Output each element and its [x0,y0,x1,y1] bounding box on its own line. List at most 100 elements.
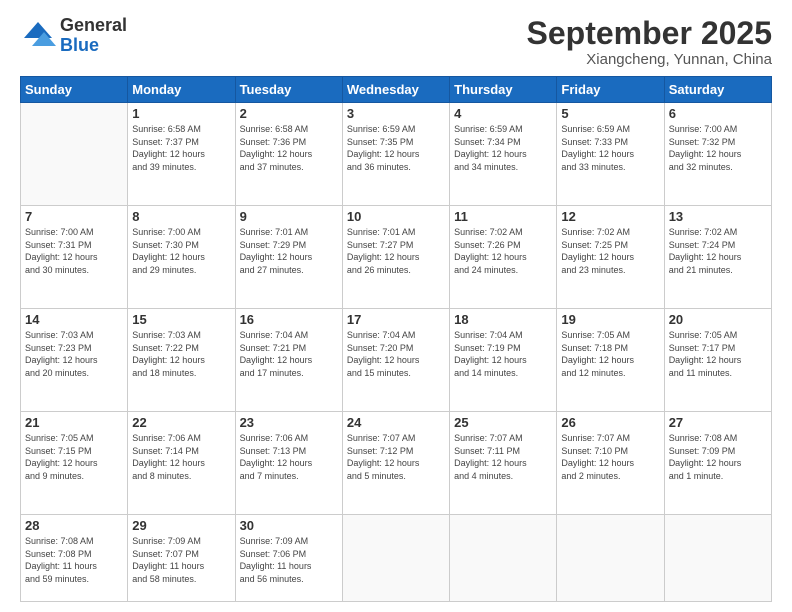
day-info: Sunrise: 7:05 AM Sunset: 7:18 PM Dayligh… [561,329,659,379]
day-info: Sunrise: 7:06 AM Sunset: 7:14 PM Dayligh… [132,432,230,482]
day-number: 15 [132,312,230,327]
calendar-cell: 12Sunrise: 7:02 AM Sunset: 7:25 PM Dayli… [557,206,664,309]
day-number: 8 [132,209,230,224]
day-number: 13 [669,209,767,224]
day-number: 26 [561,415,659,430]
calendar-cell: 23 Sunrise: 7:06 AM Sunset: 7:13 PM Dayli… [235,412,342,515]
calendar-cell: 4 Sunrise: 6:59 AM Sunset: 7:34 PM Daylig… [450,103,557,206]
calendar-cell: 7Sunrise: 7:00 AM Sunset: 7:31 PM Daylig… [21,206,128,309]
calendar-cell: 8 Sunrise: 7:00 AM Sunset: 7:30 PM Daylig… [128,206,235,309]
column-header-monday: Monday [128,77,235,103]
day-info: Sunrise: 7:04 AM Sunset: 7:19 PM Dayligh… [454,329,552,379]
day-info: Sunrise: 6:59 AM Sunset: 7:35 PM Dayligh… [347,123,445,173]
column-header-sunday: Sunday [21,77,128,103]
day-info: Sunrise: 7:09 AM Sunset: 7:07 PM Dayligh… [132,535,230,585]
day-info: Sunrise: 7:07 AM Sunset: 7:10 PM Dayligh… [561,432,659,482]
page: General Blue September 2025 Xiangcheng, … [0,0,792,612]
logo-blue: Blue [60,36,127,56]
calendar-week-5: 28Sunrise: 7:08 AM Sunset: 7:08 PM Dayli… [21,514,772,601]
column-header-friday: Friday [557,77,664,103]
calendar-cell: 25 Sunrise: 7:07 AM Sunset: 7:11 PM Dayli… [450,412,557,515]
calendar-cell [21,103,128,206]
day-info: Sunrise: 7:03 AM Sunset: 7:22 PM Dayligh… [132,329,230,379]
day-info: Sunrise: 6:58 AM Sunset: 7:36 PM Dayligh… [240,123,338,173]
calendar-cell: 15 Sunrise: 7:03 AM Sunset: 7:22 PM Dayli… [128,309,235,412]
day-number: 11 [454,209,552,224]
day-info: Sunrise: 7:01 AM Sunset: 7:29 PM Dayligh… [240,226,338,276]
day-number: 3 [347,106,445,121]
day-info: Sunrise: 7:00 AM Sunset: 7:31 PM Dayligh… [25,226,123,276]
calendar-cell [342,514,449,601]
day-number: 20 [669,312,767,327]
calendar-cell: 16 Sunrise: 7:04 AM Sunset: 7:21 PM Dayli… [235,309,342,412]
day-number: 17 [347,312,445,327]
subtitle: Xiangcheng, Yunnan, China [527,51,772,68]
main-title: September 2025 [527,16,772,51]
day-number: 27 [669,415,767,430]
day-number: 1 [132,106,230,121]
day-number: 24 [347,415,445,430]
day-info: Sunrise: 7:04 AM Sunset: 7:21 PM Dayligh… [240,329,338,379]
day-info: Sunrise: 7:00 AM Sunset: 7:32 PM Dayligh… [669,123,767,173]
day-info: Sunrise: 7:04 AM Sunset: 7:20 PM Dayligh… [347,329,445,379]
column-header-wednesday: Wednesday [342,77,449,103]
day-info: Sunrise: 7:06 AM Sunset: 7:13 PM Dayligh… [240,432,338,482]
calendar-cell: 14 Sunrise: 7:03 AM Sunset: 7:23 PM Dayli… [21,309,128,412]
logo-general: General [60,16,127,36]
calendar-cell: 10 Sunrise: 7:01 AM Sunset: 7:27 PM Dayli… [342,206,449,309]
day-number: 12 [561,209,659,224]
day-info: Sunrise: 7:07 AM Sunset: 7:11 PM Dayligh… [454,432,552,482]
calendar-cell: 29 Sunrise: 7:09 AM Sunset: 7:07 PM Dayli… [128,514,235,601]
column-header-tuesday: Tuesday [235,77,342,103]
day-info: Sunrise: 7:07 AM Sunset: 7:12 PM Dayligh… [347,432,445,482]
calendar-cell: 13Sunrise: 7:02 AM Sunset: 7:24 PM Dayli… [664,206,771,309]
calendar-cell: 17 Sunrise: 7:04 AM Sunset: 7:20 PM Dayli… [342,309,449,412]
calendar-cell: 22Sunrise: 7:06 AM Sunset: 7:14 PM Dayli… [128,412,235,515]
day-number: 18 [454,312,552,327]
day-info: Sunrise: 7:09 AM Sunset: 7:06 PM Dayligh… [240,535,338,585]
calendar-week-1: 1 Sunrise: 6:58 AM Sunset: 7:37 PM Daylig… [21,103,772,206]
calendar-cell: 20Sunrise: 7:05 AM Sunset: 7:17 PM Dayli… [664,309,771,412]
calendar-cell: 21 Sunrise: 7:05 AM Sunset: 7:15 PM Dayli… [21,412,128,515]
day-info: Sunrise: 7:05 AM Sunset: 7:15 PM Dayligh… [25,432,123,482]
day-number: 14 [25,312,123,327]
calendar-cell: 28Sunrise: 7:08 AM Sunset: 7:08 PM Dayli… [21,514,128,601]
day-number: 23 [240,415,338,430]
day-info: Sunrise: 7:02 AM Sunset: 7:26 PM Dayligh… [454,226,552,276]
calendar-cell: 19Sunrise: 7:05 AM Sunset: 7:18 PM Dayli… [557,309,664,412]
day-number: 25 [454,415,552,430]
day-info: Sunrise: 7:01 AM Sunset: 7:27 PM Dayligh… [347,226,445,276]
calendar: SundayMondayTuesdayWednesdayThursdayFrid… [20,76,772,602]
calendar-header-row: SundayMondayTuesdayWednesdayThursdayFrid… [21,77,772,103]
day-number: 2 [240,106,338,121]
calendar-cell: 27 Sunrise: 7:08 AM Sunset: 7:09 PM Dayli… [664,412,771,515]
day-number: 21 [25,415,123,430]
calendar-cell: 1 Sunrise: 6:58 AM Sunset: 7:37 PM Daylig… [128,103,235,206]
day-info: Sunrise: 7:08 AM Sunset: 7:09 PM Dayligh… [669,432,767,482]
calendar-cell [664,514,771,601]
day-number: 30 [240,518,338,533]
day-info: Sunrise: 6:59 AM Sunset: 7:33 PM Dayligh… [561,123,659,173]
logo-text: General Blue [60,16,127,56]
title-block: September 2025 Xiangcheng, Yunnan, China [527,16,772,68]
day-info: Sunrise: 6:58 AM Sunset: 7:37 PM Dayligh… [132,123,230,173]
calendar-cell [557,514,664,601]
column-header-saturday: Saturday [664,77,771,103]
calendar-cell: 9Sunrise: 7:01 AM Sunset: 7:29 PM Daylig… [235,206,342,309]
day-info: Sunrise: 7:00 AM Sunset: 7:30 PM Dayligh… [132,226,230,276]
day-number: 28 [25,518,123,533]
calendar-cell: 6Sunrise: 7:00 AM Sunset: 7:32 PM Daylig… [664,103,771,206]
day-info: Sunrise: 6:59 AM Sunset: 7:34 PM Dayligh… [454,123,552,173]
calendar-cell [450,514,557,601]
day-number: 10 [347,209,445,224]
logo-icon [20,18,56,54]
calendar-cell: 26 Sunrise: 7:07 AM Sunset: 7:10 PM Dayli… [557,412,664,515]
day-info: Sunrise: 7:03 AM Sunset: 7:23 PM Dayligh… [25,329,123,379]
calendar-cell: 3 Sunrise: 6:59 AM Sunset: 7:35 PM Daylig… [342,103,449,206]
day-number: 29 [132,518,230,533]
calendar-week-2: 7Sunrise: 7:00 AM Sunset: 7:31 PM Daylig… [21,206,772,309]
header: General Blue September 2025 Xiangcheng, … [20,16,772,68]
calendar-cell: 2 Sunrise: 6:58 AM Sunset: 7:36 PM Daylig… [235,103,342,206]
day-number: 4 [454,106,552,121]
day-number: 16 [240,312,338,327]
